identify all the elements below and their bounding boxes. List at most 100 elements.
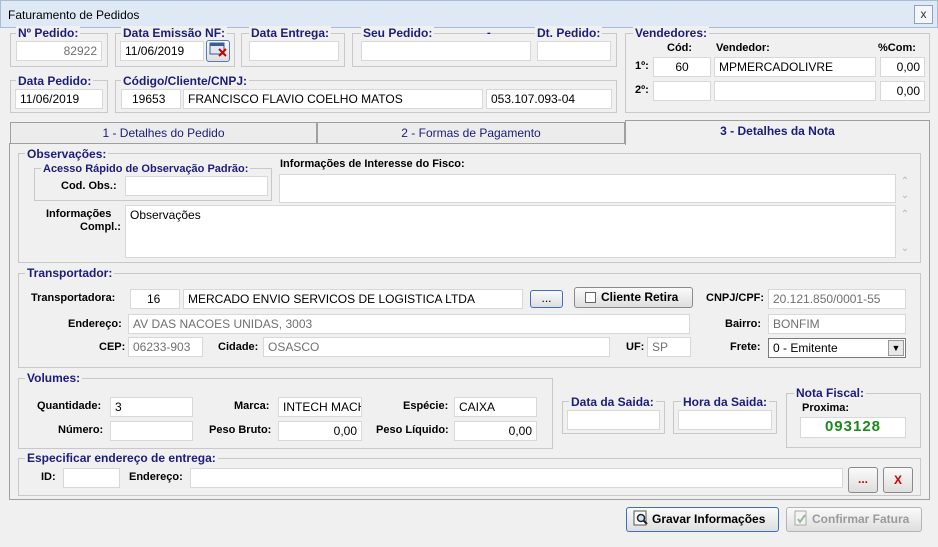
frete-value: 0 - Emitente <box>773 341 838 355</box>
cliente-code-field[interactable]: 19653 <box>121 89 181 109</box>
checkbox-box-icon <box>585 292 596 303</box>
numero-field[interactable] <box>110 421 193 441</box>
cliente-name-field[interactable]: FRANCISCO FLAVIO COELHO MATOS <box>183 89 483 109</box>
compl-scroll-down-icon[interactable]: ⌄ <box>898 243 912 254</box>
vendedores-col-cod: Cód: <box>667 42 693 54</box>
marca-label: Marca: <box>234 400 270 412</box>
peso-liquido-field[interactable]: 0,00 <box>454 421 537 441</box>
cep-field[interactable]: 06233-903 <box>128 337 203 357</box>
endereco-field[interactable]: AV DAS NACOES UNIDAS, 3003 <box>128 314 690 334</box>
numero-label: Número: <box>58 424 104 436</box>
bairro-field[interactable]: BONFIM <box>768 314 906 334</box>
window-titlebar: Faturamento de Pedidos x <box>0 0 938 28</box>
vendedor-row-2-label: 2º: <box>635 84 649 96</box>
chevron-down-icon[interactable]: ▼ <box>888 340 904 356</box>
fisco-scroll-down-icon[interactable]: ⌄ <box>898 190 912 201</box>
cnpj-cpf-field[interactable]: 20.121.850/0001-55 <box>768 289 906 309</box>
marca-field[interactable]: INTECH MACH <box>278 397 362 417</box>
num-pedido-field[interactable]: 82922 <box>16 41 102 61</box>
especie-label: Espécie: <box>403 400 449 412</box>
nota-fiscal-title: Nota Fiscal: <box>794 386 867 400</box>
volumes-title: Volumes: <box>25 371 83 385</box>
cliente-retira-checkbox[interactable]: Cliente Retira <box>574 287 693 308</box>
entrega-id-label: ID: <box>41 471 56 483</box>
quick-obs-title: Acesso Rápido de Observação Padrão: <box>41 162 251 176</box>
bairro-label: Bairro: <box>725 318 762 330</box>
vendedor-2-name-field[interactable] <box>714 81 876 101</box>
seu-pedido-dash: - <box>487 27 491 39</box>
quantidade-label: Quantidade: <box>37 400 102 412</box>
confirmar-fatura-button[interactable]: Confirmar Fatura <box>786 507 922 532</box>
vendedor-row-1-label: 1º: <box>635 60 649 72</box>
data-emissao-label: Data Emissão NF: <box>121 26 228 40</box>
close-button[interactable]: x <box>914 5 933 24</box>
cidade-label: Cidade: <box>218 341 259 353</box>
cliente-retira-label: Cliente Retira <box>601 290 679 304</box>
calendar-clear-button[interactable] <box>206 40 230 62</box>
nota-fiscal-proxima-label: Proxima: <box>802 402 850 414</box>
entrega-id-field[interactable] <box>63 468 120 488</box>
peso-bruto-label: Peso Bruto: <box>209 424 272 436</box>
cliente-cnpj-field[interactable]: 053.107.093-04 <box>486 89 612 109</box>
hora-saida-label: Hora da Saida: <box>681 395 770 409</box>
frete-label: Frete: <box>730 341 761 353</box>
calendar-icon <box>209 42 227 57</box>
num-pedido-label: Nº Pedido: <box>16 26 81 40</box>
cnpj-cpf-label: CNPJ/CPF: <box>706 292 765 304</box>
data-saida-field[interactable] <box>567 410 660 430</box>
data-saida-label: Data da Saida: <box>569 395 656 409</box>
entrega-endereco-label: Endereço: <box>129 471 183 483</box>
peso-bruto-field[interactable]: 0,00 <box>278 421 362 441</box>
dt-pedido-field[interactable] <box>537 41 611 61</box>
fisco-scroll-up-icon[interactable]: ⌃ <box>898 176 912 187</box>
uf-field[interactable]: SP <box>647 337 691 357</box>
transportadora-name-field[interactable]: MERCADO ENVIO SERVICOS DE LOGISTICA LTDA <box>183 289 523 309</box>
tab-formas-pagamento[interactable]: 2 - Formas de Pagamento <box>317 122 625 143</box>
seu-pedido-label: Seu Pedido: <box>361 26 435 40</box>
tab-detalhes-pedido[interactable]: 1 - Detalhes do Pedido <box>10 122 317 143</box>
endereco-label: Endereço: <box>68 318 122 330</box>
nota-fiscal-proxima-field: 093128 <box>800 417 906 438</box>
data-pedido-label: Data Pedido: <box>16 74 94 88</box>
vendedor-2-com-field[interactable]: 0,00 <box>880 81 925 101</box>
transportador-title: Transportador: <box>25 266 115 280</box>
cidade-field[interactable]: OSASCO <box>263 337 610 357</box>
peso-liquido-label: Peso Líquido: <box>376 424 449 436</box>
quantidade-field[interactable]: 3 <box>110 397 193 417</box>
vendedores-title: Vendedores: <box>633 26 710 40</box>
entrega-endereco-field[interactable] <box>190 468 843 488</box>
compl-label-line1: Informações <box>46 208 112 220</box>
data-pedido-field[interactable]: 11/06/2019 <box>15 89 103 109</box>
window-title: Faturamento de Pedidos <box>8 8 140 22</box>
compl-scroll-up-icon[interactable]: ⌃ <box>898 209 912 220</box>
magnifier-icon <box>633 510 648 526</box>
cod-obs-field[interactable] <box>125 176 268 196</box>
seu-pedido-field[interactable] <box>361 41 531 61</box>
transportadora-code-field[interactable]: 16 <box>130 289 180 309</box>
vendedor-1-com-field[interactable]: 0,00 <box>880 57 925 77</box>
data-entrega-label: Data Entrega: <box>249 26 332 40</box>
cep-label: CEP: <box>99 341 126 353</box>
data-emissao-field[interactable]: 11/06/2019 <box>120 41 204 61</box>
fisco-label: Informações de Interesse do Fisco: <box>280 158 465 170</box>
vendedor-1-name-field[interactable]: MPMERCADOLIVRE <box>714 57 876 77</box>
entrega-browse-button[interactable]: ... <box>848 467 878 493</box>
especie-field[interactable]: CAIXA <box>454 397 537 417</box>
dt-pedido-label: Dt. Pedido: <box>535 26 603 40</box>
fisco-textarea[interactable] <box>279 174 896 203</box>
frete-select[interactable]: 0 - Emitente ▼ <box>768 338 906 358</box>
document-check-icon <box>794 510 807 526</box>
confirmar-fatura-label: Confirmar Fatura <box>812 512 910 526</box>
observacoes-title: Observações: <box>25 147 109 161</box>
data-entrega-field[interactable] <box>249 41 339 61</box>
vendedor-1-cod-field[interactable]: 60 <box>653 57 711 77</box>
tab-detalhes-nota[interactable]: 3 - Detalhes da Nota <box>625 120 930 145</box>
hora-saida-field[interactable] <box>678 410 772 430</box>
vendedores-col-com: %Com: <box>878 42 916 54</box>
transportadora-browse-button[interactable]: ... <box>530 290 563 308</box>
entrega-clear-button[interactable]: X <box>883 467 913 493</box>
gravar-informacoes-button[interactable]: Gravar Informações <box>626 507 779 532</box>
cod-obs-label: Cod. Obs.: <box>61 180 117 192</box>
compl-textarea[interactable]: Observações <box>125 205 896 258</box>
vendedor-2-cod-field[interactable] <box>653 81 711 101</box>
